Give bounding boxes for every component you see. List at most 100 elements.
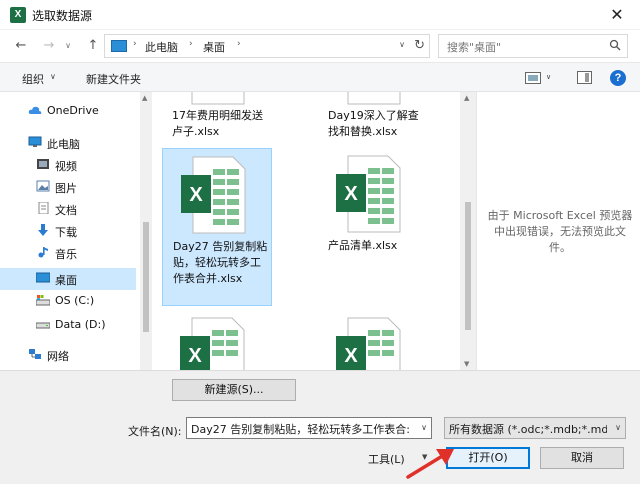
- file-list-scrollbar[interactable]: ▲ ▼: [460, 92, 476, 370]
- sidebar-item-documents[interactable]: 文档: [0, 198, 136, 220]
- network-icon: [29, 349, 41, 359]
- preview-pane: 由于 Microsoft Excel 预览器中出现错误，无法预览此文件。: [476, 92, 640, 370]
- recent-locations-chevron-icon[interactable]: ∨: [62, 36, 74, 56]
- desktop-icon: [36, 272, 50, 283]
- scrollbar-thumb[interactable]: [143, 222, 149, 332]
- file-tile-selected[interactable]: X Day27 告别复制粘贴，轻松玩转多工作表合并.xlsx: [162, 148, 272, 306]
- drive-icon: [36, 322, 50, 329]
- organize-chevron-icon[interactable]: ∨: [50, 72, 56, 81]
- music-icon: [38, 247, 48, 258]
- sidebar-item-os-c[interactable]: OS (C:): [0, 290, 136, 312]
- sidebar-item-network[interactable]: 网络: [0, 344, 136, 366]
- file-tile[interactable]: 17年费用明细发送卢子.xlsx: [162, 92, 272, 146]
- scrollbar-thumb[interactable]: [465, 202, 471, 330]
- file-tile[interactable]: Day19深入了解查找和替换.xlsx: [318, 92, 428, 146]
- file-type-select[interactable]: 所有数据源 (*.odc;*.mdb;*.mde ∨: [444, 417, 626, 439]
- sidebar-item-label: 下载: [55, 226, 77, 239]
- file-type-chevron-icon[interactable]: ∨: [615, 423, 621, 432]
- computer-icon: [111, 40, 127, 52]
- pictures-folder-icon: [36, 180, 50, 192]
- sidebar-item-label: 网络: [47, 350, 69, 363]
- cancel-button[interactable]: 取消: [540, 447, 624, 469]
- navigation-scrollbar[interactable]: ▲: [140, 92, 152, 370]
- new-source-button[interactable]: 新建源(S)...: [172, 379, 296, 401]
- file-tile[interactable]: X 产品清单.xlsx: [318, 148, 428, 268]
- sidebar-item-pictures[interactable]: 图片: [0, 176, 136, 198]
- breadcrumb-separator[interactable]: ›: [189, 39, 193, 49]
- command-toolbar: 组织 ∨ 新建文件夹 ∨ ?: [0, 62, 640, 92]
- title-bar: X 选取数据源 ✕: [0, 0, 640, 30]
- dialog-footer: 新建源(S)... 文件名(N): Day27 告别复制粘贴，轻松玩转多工作表合…: [0, 370, 640, 484]
- computer-icon: [28, 136, 42, 147]
- organize-menu-button[interactable]: 组织: [22, 71, 44, 87]
- refresh-icon[interactable]: ↻: [414, 38, 425, 53]
- filename-value: Day27 告别复制粘贴，轻松玩转多工作表合:: [191, 423, 409, 436]
- back-button[interactable]: ←: [12, 36, 30, 56]
- cloud-icon: [28, 106, 42, 114]
- change-view-icon[interactable]: [525, 72, 541, 84]
- sidebar-item-label: 视频: [55, 160, 77, 173]
- file-name: Day19深入了解查找和替换.xlsx: [328, 109, 419, 138]
- navigation-pane: OneDrive 此电脑 视频 图片 文档 下载 音乐 桌面 OS (C:) D…: [0, 92, 152, 370]
- annotation-arrow-icon: [406, 449, 454, 479]
- sidebar-item-onedrive[interactable]: OneDrive: [0, 100, 136, 122]
- sidebar-item-desktop[interactable]: 桌面: [0, 268, 136, 290]
- sidebar-item-music[interactable]: 音乐: [0, 242, 136, 264]
- search-placeholder: 搜索"桌面": [447, 41, 502, 54]
- file-tile[interactable]: X: [318, 316, 428, 370]
- file-name: 17年费用明细发送卢子.xlsx: [172, 109, 263, 138]
- filename-history-chevron-icon[interactable]: ∨: [421, 423, 427, 432]
- scroll-up-icon[interactable]: ▲: [464, 94, 469, 102]
- drive-os-icon: [36, 295, 50, 306]
- file-type-value: 所有数据源 (*.odc;*.mdb;*.mde: [449, 423, 607, 436]
- sidebar-item-label: 文档: [55, 204, 77, 217]
- download-icon: [38, 224, 48, 236]
- search-icon: [609, 39, 621, 51]
- address-history-chevron-icon[interactable]: ∨: [399, 40, 405, 49]
- sidebar-item-label: OneDrive: [47, 104, 99, 117]
- breadcrumb-desktop[interactable]: 桌面: [203, 39, 225, 55]
- excel-file-icon: X: [336, 317, 401, 370]
- sidebar-item-label: Data (D:): [55, 318, 106, 331]
- scroll-down-icon[interactable]: ▼: [464, 360, 469, 368]
- file-name: Day27 告别复制粘贴，轻松玩转多工作表合并.xlsx: [173, 240, 268, 285]
- file-name: 产品清单.xlsx: [328, 239, 398, 252]
- svg-text:X: X: [344, 345, 358, 367]
- sidebar-item-data-d[interactable]: Data (D:): [0, 314, 136, 336]
- filename-label: 文件名(N):: [128, 425, 182, 438]
- breadcrumb-this-pc[interactable]: 此电脑: [145, 39, 178, 55]
- svg-text:X: X: [189, 184, 203, 206]
- file-tile[interactable]: X: [162, 316, 272, 370]
- filename-field[interactable]: Day27 告别复制粘贴，轻松玩转多工作表合: ∨: [186, 417, 432, 439]
- excel-file-icon: X: [336, 155, 401, 233]
- sidebar-item-label: 音乐: [55, 248, 77, 261]
- excel-file-icon: X: [181, 156, 246, 234]
- window-title: 选取数据源: [32, 9, 93, 23]
- breadcrumb-separator[interactable]: ›: [133, 39, 137, 49]
- help-icon[interactable]: ?: [610, 70, 626, 86]
- excel-app-icon: X: [10, 7, 29, 23]
- address-bar[interactable]: › 此电脑 › 桌面 › ∨ ↻: [104, 34, 430, 58]
- preview-pane-toggle-icon[interactable]: [577, 71, 592, 84]
- up-button[interactable]: ↑: [84, 36, 102, 56]
- sidebar-item-downloads[interactable]: 下载: [0, 220, 136, 242]
- file-list: 17年费用明细发送卢子.xlsx Day19深入了解查找和替换.xlsx X D…: [152, 92, 476, 370]
- sidebar-item-this-pc[interactable]: 此电脑: [0, 132, 136, 154]
- search-input[interactable]: 搜索"桌面": [438, 34, 628, 58]
- sidebar-item-label: 此电脑: [47, 138, 80, 151]
- forward-button[interactable]: →: [40, 36, 58, 56]
- sidebar-item-label: OS (C:): [55, 294, 95, 307]
- preview-error-message: 由于 Microsoft Excel 预览器中出现错误，无法预览此文件。: [487, 209, 633, 254]
- scroll-up-icon[interactable]: ▲: [142, 94, 147, 102]
- close-button[interactable]: ✕: [594, 0, 640, 30]
- view-options-chevron-icon[interactable]: ∨: [546, 73, 551, 81]
- video-folder-icon: [37, 159, 49, 169]
- address-row: ← → ∨ ↑ › 此电脑 › 桌面 › ∨ ↻ 搜索"桌面": [0, 30, 640, 62]
- documents-folder-icon: [38, 202, 49, 214]
- new-folder-button[interactable]: 新建文件夹: [86, 71, 141, 87]
- tools-menu-button[interactable]: 工具(L): [368, 451, 405, 467]
- sidebar-item-videos[interactable]: 视频: [0, 154, 136, 176]
- svg-text:X: X: [188, 345, 202, 367]
- breadcrumb-separator[interactable]: ›: [237, 39, 241, 49]
- sidebar-item-label: 图片: [55, 182, 77, 195]
